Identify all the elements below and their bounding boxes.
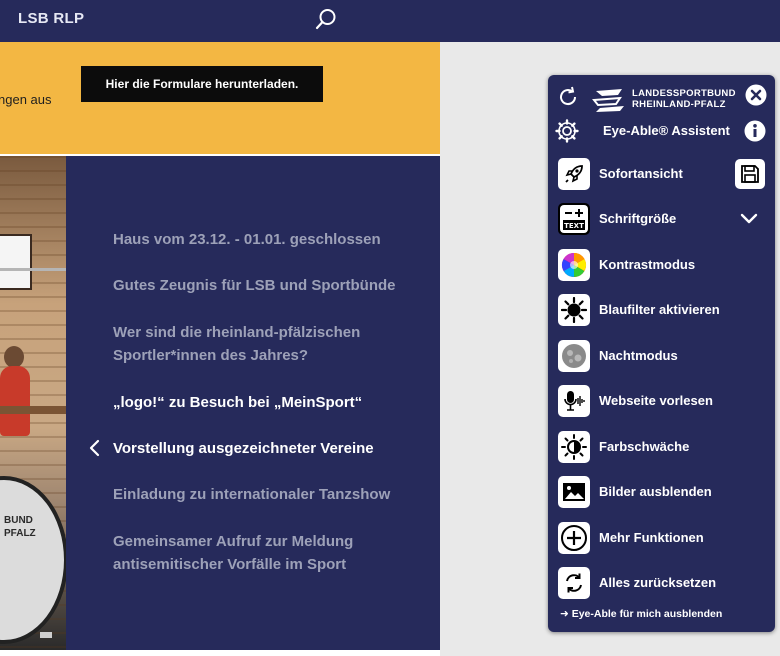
function-label: Alles zurücksetzen xyxy=(599,575,717,590)
function-font-size[interactable]: TEXT Schriftgröße xyxy=(558,202,768,236)
text-size-icon: TEXT xyxy=(558,203,590,235)
close-button[interactable] xyxy=(744,83,768,107)
lsb-logo-line1: LANDESSPORTBUND xyxy=(632,88,736,99)
news-item[interactable]: Einladung zu internationaler Tanzshow xyxy=(113,483,413,506)
info-button[interactable] xyxy=(743,119,767,143)
function-label: Blaufilter aktivieren xyxy=(599,302,720,317)
refresh-icon xyxy=(560,86,577,106)
download-forms-button[interactable]: Hier die Formulare herunterladen. xyxy=(81,66,323,102)
function-reset[interactable]: Alles zurücksetzen xyxy=(558,566,768,600)
news-item-current[interactable]: Vorstellung ausgezeichneter Vereine xyxy=(113,437,413,460)
chevron-down-icon[interactable] xyxy=(740,211,758,225)
function-label: Kontrastmodus xyxy=(599,257,696,272)
reset-icon xyxy=(558,567,590,599)
search-button[interactable] xyxy=(314,7,338,31)
lsb-logo: LANDESSPORTBUND RHEINLAND-PFALZ xyxy=(592,85,740,115)
photo-rail xyxy=(0,268,66,271)
hero-photo: BUND PFALZ xyxy=(0,156,66,650)
search-icon xyxy=(315,9,336,30)
settings-button[interactable] xyxy=(555,119,579,143)
function-hide-images[interactable]: Bilder ausblenden xyxy=(558,475,768,509)
function-label: Farbschwäche xyxy=(599,439,690,454)
news-item-active[interactable]: „logo!“ zu Besuch bei „MeinSport“ xyxy=(113,391,413,414)
color-weakness-icon xyxy=(558,431,590,463)
plus-circle-icon xyxy=(558,522,590,554)
function-label: Bilder ausblenden xyxy=(599,484,712,499)
photo-person xyxy=(0,366,30,436)
function-label: Schriftgröße xyxy=(599,211,677,226)
function-label: Webseite vorlesen xyxy=(599,393,713,408)
eye-able-panel: LANDESSPORTBUND RHEINLAND-PFALZ Eye-Able… xyxy=(548,75,775,632)
gear-icon xyxy=(555,119,579,143)
news-item[interactable]: Haus vom 23.12. - 01.01. geschlossen xyxy=(113,228,413,251)
page-content: ngen aus Hier die Formulare herunterlade… xyxy=(0,42,440,656)
image-icon xyxy=(558,476,590,508)
function-label: Mehr Funktionen xyxy=(599,530,704,545)
slider-indicator[interactable] xyxy=(40,632,52,638)
hide-eye-able-link[interactable]: ➜ Eye-Able für mich ausblenden xyxy=(560,608,722,620)
photo-banner-text-line2: PFALZ xyxy=(4,528,36,539)
chevron-left-icon[interactable] xyxy=(88,439,102,457)
function-label: Nachtmodus xyxy=(599,348,678,363)
photo-popup-banner xyxy=(0,476,66,644)
photo-basketball-board xyxy=(0,234,32,290)
lsb-logo-line2: RHEINLAND-PFALZ xyxy=(632,99,726,110)
news-item[interactable]: Gutes Zeugnis für LSB und Sportbünde xyxy=(113,274,413,297)
photo-banner-text-line1: BUND xyxy=(4,515,33,526)
function-night-mode[interactable]: Nachtmodus xyxy=(558,339,768,373)
close-icon xyxy=(745,84,767,106)
photo-banner-text: BUND PFALZ xyxy=(4,514,36,540)
assistant-title: Eye-Able® Assistent xyxy=(603,123,730,138)
rocket-icon xyxy=(558,158,590,190)
save-button[interactable] xyxy=(735,159,765,189)
site-brand[interactable]: LSB RLP xyxy=(18,10,84,27)
function-read-aloud[interactable]: Webseite vorlesen xyxy=(558,384,768,418)
function-color-weakness[interactable]: Farbschwäche xyxy=(558,430,768,464)
news-item[interactable]: Gemeinsamer Aufruf zur Meldung antisemit… xyxy=(113,530,413,576)
photo-bench xyxy=(0,406,66,414)
info-icon xyxy=(744,120,766,142)
svg-text:TEXT: TEXT xyxy=(564,222,584,230)
lsb-logo-text: LANDESSPORTBUND RHEINLAND-PFALZ xyxy=(632,88,736,110)
function-contrast[interactable]: Kontrastmodus xyxy=(558,248,768,282)
function-blue-filter[interactable]: Blaufilter aktivieren xyxy=(558,293,768,327)
function-more[interactable]: Mehr Funktionen xyxy=(558,521,768,555)
news-list-panel: Haus vom 23.12. - 01.01. geschlossen Gut… xyxy=(66,156,440,650)
save-icon xyxy=(741,165,759,183)
moon-icon xyxy=(558,340,590,372)
notice-text: ngen aus xyxy=(0,92,52,107)
photo-person-head xyxy=(4,346,24,368)
news-item[interactable]: Wer sind die rheinland-pfälzischen Sport… xyxy=(113,321,413,367)
notice-banner: ngen aus Hier die Formulare herunterlade… xyxy=(0,42,440,154)
color-wheel-icon xyxy=(558,249,590,281)
microphone-icon xyxy=(558,385,590,417)
sun-icon xyxy=(558,294,590,326)
lsb-logo-icon xyxy=(592,89,624,112)
refresh-button[interactable] xyxy=(556,85,580,109)
function-label: Sofortansicht xyxy=(599,166,683,181)
top-navigation-bar: LSB RLP xyxy=(0,0,780,42)
